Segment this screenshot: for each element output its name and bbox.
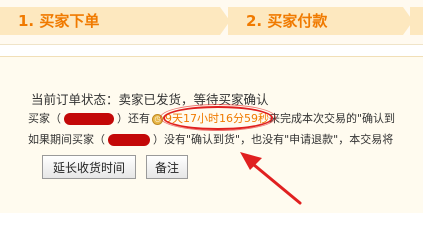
extend-receipt-time-button[interactable]: 延长收货时间: [42, 155, 136, 179]
note-button[interactable]: 备注: [146, 155, 188, 179]
annotation-arrow: [240, 152, 302, 205]
annotation-arrow-shaft: [246, 158, 302, 205]
